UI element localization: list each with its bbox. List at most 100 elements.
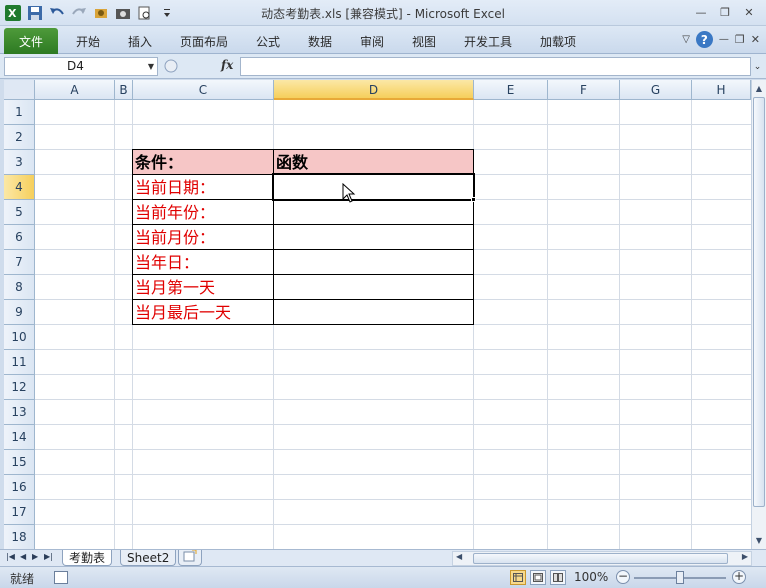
doc-restore-icon[interactable]: ❐ — [735, 33, 745, 46]
gridline — [35, 449, 751, 450]
column-header-g[interactable]: G — [620, 80, 692, 100]
sheet-tab-bar: |◀ ◀ ▶ ▶| 考勤表 Sheet2 ◀ ▶ — [0, 549, 766, 566]
row-header-9[interactable]: 9 — [4, 300, 35, 325]
name-box-value: D4 — [67, 59, 84, 73]
fill-handle[interactable] — [471, 197, 476, 202]
zoom-out-icon[interactable]: − — [616, 570, 630, 584]
table-border — [132, 224, 474, 225]
row-header-15[interactable]: 15 — [4, 450, 35, 475]
row-header-11[interactable]: 11 — [4, 350, 35, 375]
gridline — [35, 424, 751, 425]
row-header-14[interactable]: 14 — [4, 425, 35, 450]
view-switcher — [510, 570, 566, 585]
help-icon[interactable]: ? — [695, 31, 713, 48]
next-sheet-icon[interactable]: ▶ — [32, 552, 38, 561]
last-sheet-icon[interactable]: ▶| — [44, 552, 53, 561]
window-title: 动态考勤表.xls [兼容模式] - Microsoft Excel — [261, 7, 505, 21]
row-header-13[interactable]: 13 — [4, 400, 35, 425]
page-break-view-icon[interactable] — [550, 570, 566, 585]
row-header-18[interactable]: 18 — [4, 525, 35, 549]
row-header-8[interactable]: 8 — [4, 275, 35, 300]
formula-input[interactable] — [240, 57, 751, 76]
row-header-6[interactable]: 6 — [4, 225, 35, 250]
worksheet-grid[interactable]: A B C D E F G H 1 2 3 4 5 6 7 8 9 10 11 … — [4, 80, 751, 549]
row-header-1[interactable]: 1 — [4, 100, 35, 125]
zoom-level[interactable]: 100% — [574, 570, 608, 584]
status-bar: 就绪 100% − + — [0, 566, 766, 588]
window-controls: — ❐ ✕ — [690, 3, 760, 21]
tab-data[interactable]: 数据 — [308, 33, 332, 50]
gridline — [35, 524, 751, 525]
insert-function-icon[interactable]: fx — [221, 58, 233, 72]
tab-addins[interactable]: 加载项 — [540, 33, 576, 50]
tab-developer[interactable]: 开发工具 — [464, 33, 512, 50]
column-header-a[interactable]: A — [35, 80, 115, 100]
tab-formulas[interactable]: 公式 — [256, 33, 280, 50]
table-border — [132, 274, 474, 275]
formula-bar: D4 ▼ fx ⌄ — [0, 54, 766, 79]
page-layout-view-icon[interactable] — [530, 570, 546, 585]
row-header-7[interactable]: 7 — [4, 250, 35, 275]
scroll-down-icon[interactable]: ▼ — [752, 532, 766, 548]
doc-close-icon[interactable]: ✕ — [751, 33, 760, 46]
tab-view[interactable]: 视图 — [412, 33, 436, 50]
column-header-e[interactable]: E — [474, 80, 548, 100]
ribbon-tab-bar: 文件 开始 插入 页面布局 公式 数据 审阅 视图 开发工具 加载项 ▽ ? —… — [0, 26, 766, 54]
macro-record-icon[interactable] — [54, 571, 68, 584]
column-header-d[interactable]: D — [274, 80, 474, 100]
column-header-c[interactable]: C — [133, 80, 274, 100]
first-sheet-icon[interactable]: |◀ — [6, 552, 15, 561]
zoom-in-icon[interactable]: + — [732, 570, 746, 584]
row-header-5[interactable]: 5 — [4, 200, 35, 225]
status-ready-text: 就绪 — [10, 572, 35, 586]
tab-file[interactable]: 文件 — [4, 28, 58, 54]
restore-icon[interactable]: ❐ — [714, 3, 736, 21]
column-header-h[interactable]: H — [692, 80, 751, 100]
close-icon[interactable]: ✕ — [738, 3, 760, 21]
mouse-pointer-icon — [342, 183, 356, 203]
vertical-scroll-thumb[interactable] — [753, 97, 765, 507]
table-border — [132, 299, 474, 300]
tab-review[interactable]: 审阅 — [360, 33, 384, 50]
row-header-4[interactable]: 4 — [4, 175, 35, 200]
normal-view-icon[interactable] — [510, 570, 526, 585]
zoom-slider-thumb[interactable] — [676, 571, 684, 584]
ribbon-controls: ▽ ? — ❐ ✕ — [682, 31, 760, 48]
doc-minimize-icon[interactable]: — — [719, 34, 729, 45]
expand-formula-bar-icon[interactable]: ⌄ — [752, 57, 763, 76]
vertical-scrollbar[interactable]: ▲ ▼ — [751, 80, 766, 549]
chevron-down-icon[interactable]: ▼ — [148, 58, 154, 75]
active-cell-selection — [272, 173, 475, 201]
row-header-2[interactable]: 2 — [4, 125, 35, 150]
row-header-17[interactable]: 17 — [4, 500, 35, 525]
gridline — [35, 399, 751, 400]
scroll-up-icon[interactable]: ▲ — [752, 80, 766, 96]
scroll-right-icon[interactable]: ▶ — [742, 552, 748, 561]
row-header-10[interactable]: 10 — [4, 325, 35, 350]
gridline — [35, 499, 751, 500]
insert-sheet-icon[interactable] — [178, 549, 202, 566]
name-box[interactable]: D4 ▼ — [4, 57, 158, 76]
horizontal-scrollbar[interactable]: ◀ ▶ — [452, 551, 752, 566]
tab-page-layout[interactable]: 页面布局 — [180, 33, 228, 50]
gridline — [35, 374, 751, 375]
row-header-3[interactable]: 3 — [4, 150, 35, 175]
minimize-ribbon-icon[interactable]: ▽ — [682, 34, 690, 45]
select-all-corner[interactable] — [4, 80, 35, 100]
prev-sheet-icon[interactable]: ◀ — [20, 552, 26, 561]
table-border — [132, 249, 474, 250]
tab-insert[interactable]: 插入 — [128, 33, 152, 50]
gridline — [35, 124, 751, 125]
formula-dot-icon — [164, 59, 178, 73]
sheet-tab-sheet2[interactable]: Sheet2 — [120, 550, 177, 566]
title-bar: X 动态考勤表.xls [兼容模式] - Microsoft Excel — ❐… — [0, 0, 766, 26]
horizontal-scroll-thumb[interactable] — [473, 553, 728, 564]
scroll-left-icon[interactable]: ◀ — [456, 552, 462, 561]
minimize-icon[interactable]: — — [690, 3, 712, 21]
row-header-12[interactable]: 12 — [4, 375, 35, 400]
tab-home[interactable]: 开始 — [76, 33, 100, 50]
column-header-b[interactable]: B — [115, 80, 133, 100]
row-header-16[interactable]: 16 — [4, 475, 35, 500]
sheet-tab-attendance[interactable]: 考勤表 — [62, 550, 113, 566]
column-header-f[interactable]: F — [548, 80, 620, 100]
